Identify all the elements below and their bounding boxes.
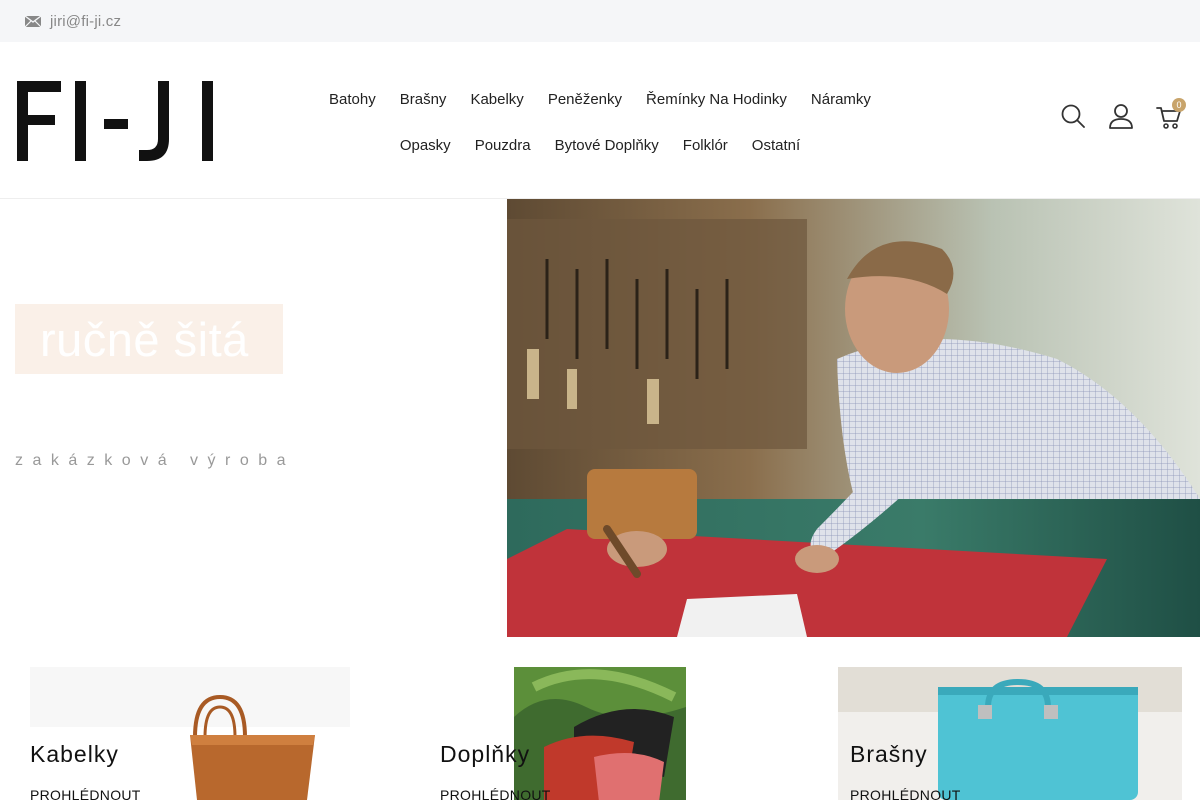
- category-card-brasny[interactable]: Brašny PROHLÉDNOUT: [838, 667, 1182, 800]
- category-title: Doplňky: [440, 741, 531, 767]
- category-card-kabelky[interactable]: Kabelky PROHLÉDNOUT: [30, 667, 350, 800]
- category-view-link[interactable]: PROHLÉDNOUT: [850, 787, 961, 800]
- nav-item-bytove-doplnky[interactable]: Bytové Doplňky: [543, 137, 671, 154]
- nav-row-2: Opasky Pouzdra Bytové Doplňky Folklór Os…: [300, 122, 900, 168]
- category-view-link[interactable]: PROHLÉDNOUT: [30, 787, 141, 800]
- search-icon[interactable]: [1060, 102, 1086, 130]
- category-title: Brašny: [850, 741, 928, 767]
- nav-item-penezenky[interactable]: Peněženky: [536, 91, 634, 108]
- category-view-link[interactable]: PROHLÉDNOUT: [440, 787, 551, 800]
- nav-item-folklor[interactable]: Folklór: [671, 137, 740, 154]
- user-account-icon[interactable]: [1108, 102, 1134, 130]
- hero-text-panel: ručně šitá zakázková výroba: [0, 199, 507, 637]
- header-actions: 0: [1060, 98, 1186, 130]
- accessories-photo: [514, 667, 686, 800]
- nav-item-kabelky[interactable]: Kabelky: [458, 91, 535, 108]
- site-header: Batohy Brašny Kabelky Peněženky Řemínky …: [0, 42, 1200, 199]
- top-bar: jiri@fi-ji.cz: [0, 0, 1200, 42]
- nav-item-pouzdra[interactable]: Pouzdra: [463, 137, 543, 154]
- hero-banner: ručně šitá zakázková výroba: [0, 199, 1200, 637]
- nav-item-opasky[interactable]: Opasky: [388, 137, 463, 154]
- handbag-photo: [30, 667, 350, 800]
- cart-count-badge: 0: [1172, 98, 1186, 112]
- nav-item-reminky[interactable]: Řemínky Na Hodinky: [634, 91, 799, 108]
- email-text: jiri@fi-ji.cz: [50, 12, 122, 30]
- briefcase-photo: [838, 667, 1182, 800]
- hero-subtitle: zakázková výroba: [15, 452, 296, 469]
- envelope-icon: [24, 15, 42, 28]
- site-logo[interactable]: [17, 79, 217, 163]
- nav-item-naramky[interactable]: Náramky: [799, 91, 883, 108]
- category-title: Kabelky: [30, 741, 119, 767]
- hero-craftsman-photo: [507, 199, 1200, 637]
- category-card-doplnky[interactable]: Doplňky PROHLÉDNOUT: [440, 667, 700, 800]
- main-nav: Batohy Brašny Kabelky Peněženky Řemínky …: [300, 76, 900, 168]
- nav-item-ostatni[interactable]: Ostatní: [740, 137, 812, 154]
- cart-button[interactable]: 0: [1156, 98, 1186, 130]
- nav-item-brasny[interactable]: Brašny: [388, 91, 459, 108]
- nav-item-batohy[interactable]: Batohy: [317, 91, 388, 108]
- nav-row-1: Batohy Brašny Kabelky Peněženky Řemínky …: [300, 76, 900, 122]
- category-grid: Kabelky PROHLÉDNOUT Doplňky PROHLÉDNOUT …: [0, 637, 1200, 800]
- contact-email[interactable]: jiri@fi-ji.cz: [24, 12, 121, 30]
- hero-title: ručně šitá: [40, 313, 249, 366]
